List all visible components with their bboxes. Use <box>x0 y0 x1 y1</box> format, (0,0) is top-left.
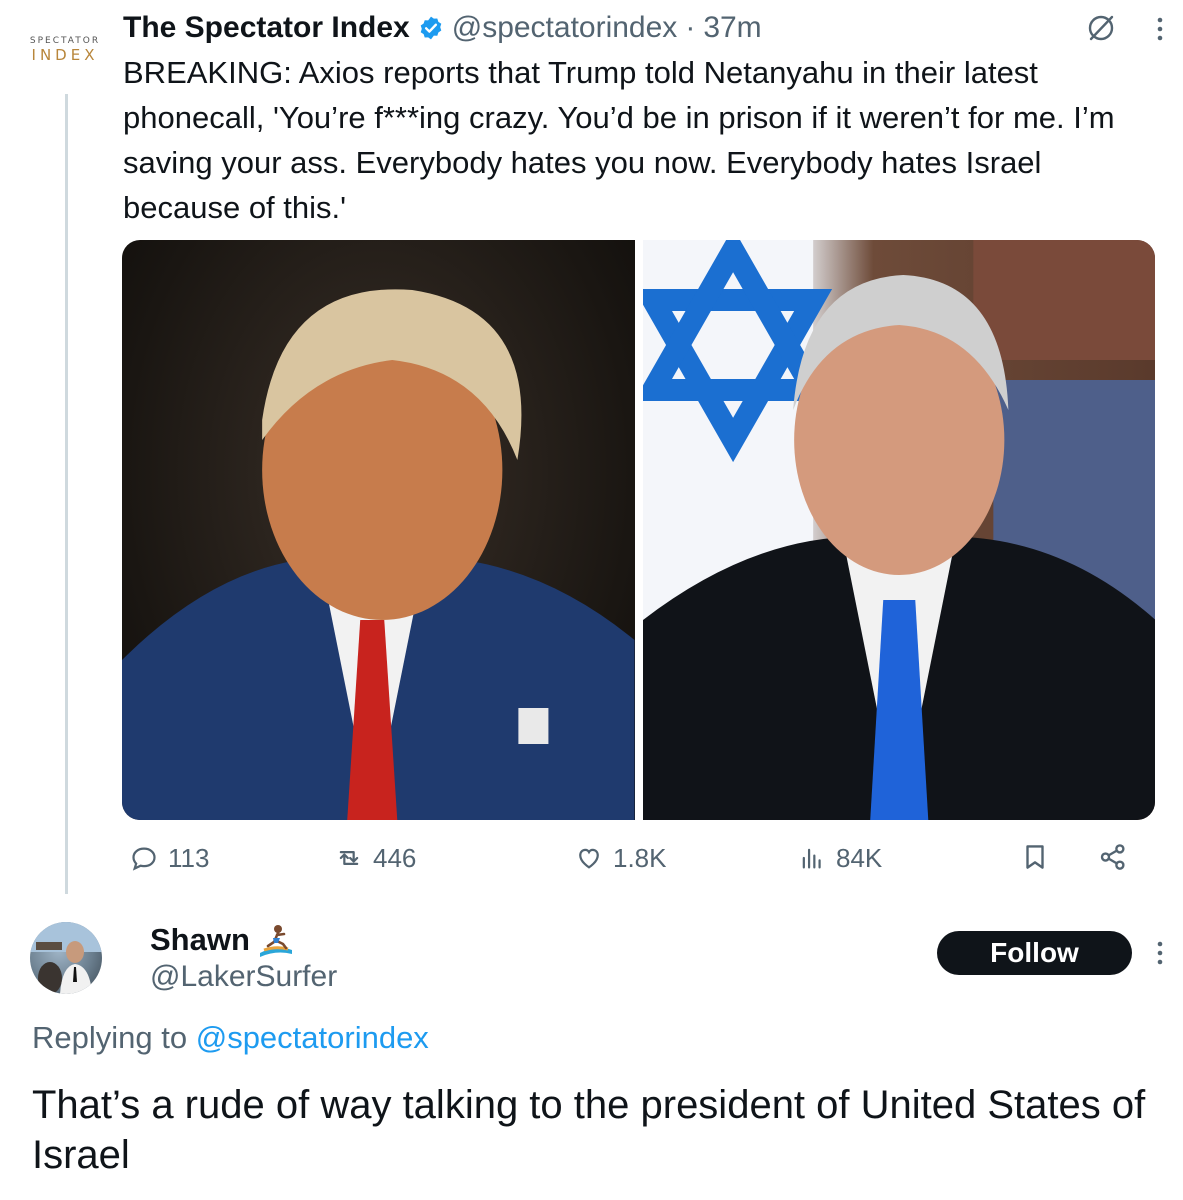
surfer-icon <box>259 925 292 957</box>
photo-netanyahu[interactable] <box>642 240 1155 820</box>
reply-text: That’s a rude of way talking to the pres… <box>32 1083 1146 1177</box>
views-action[interactable]: 84K <box>798 838 882 878</box>
tweet-header: The Spectator Index @spectatorindex · 37… <box>123 8 762 48</box>
photo-trump[interactable] <box>122 240 635 820</box>
tweet-handle[interactable]: @spectatorindex <box>452 11 678 45</box>
repost-action[interactable]: 446 <box>335 838 416 878</box>
spectator-index-avatar[interactable]: SPECTATOR INDEX <box>22 30 108 70</box>
tweet-media <box>122 240 1155 820</box>
like-count: 1.8K <box>613 842 667 873</box>
replying-to-prefix: Replying to <box>32 1020 188 1055</box>
tweet-author-name[interactable]: The Spectator Index <box>123 11 410 45</box>
tweet-action-bar: 113 446 1.8K 84K <box>130 838 1170 878</box>
grok-icon[interactable] <box>1085 12 1117 44</box>
photo-netanyahu-illustration <box>642 240 1155 820</box>
like-action[interactable]: 1.8K <box>575 838 667 878</box>
tweet-time[interactable]: 37m <box>703 11 761 45</box>
reply-name-row: Shawn <box>150 918 296 962</box>
follow-button[interactable]: Follow <box>937 931 1132 975</box>
reply-handle[interactable]: @LakerSurfer <box>150 960 337 994</box>
avatar-logo-line2: INDEX <box>31 46 99 64</box>
tweet-text: BREAKING: Axios reports that Trump told … <box>123 55 1115 225</box>
reply-avatar[interactable] <box>30 922 102 994</box>
replying-to-mention[interactable]: @spectatorindex <box>196 1020 429 1055</box>
reply-avatar-illustration <box>30 922 102 994</box>
more-options-icon[interactable] <box>1152 14 1168 44</box>
thread-line <box>65 94 68 894</box>
bookmark-icon[interactable] <box>1020 842 1050 872</box>
repost-count: 446 <box>373 842 417 873</box>
repost-icon <box>339 851 359 865</box>
reply-icon <box>132 847 156 871</box>
avatar-logo-line1: SPECTATOR <box>29 36 101 46</box>
verified-badge-icon <box>420 16 442 40</box>
replying-to-line: Replying to @spectatorindex <box>32 1020 429 1056</box>
like-icon <box>579 848 599 869</box>
views-count: 84K <box>836 842 883 873</box>
reply-action[interactable]: 113 <box>130 838 209 878</box>
reply-count: 113 <box>168 842 210 873</box>
tweet-separator: · <box>685 11 696 44</box>
views-icon <box>802 848 821 869</box>
share-icon[interactable] <box>1098 842 1128 872</box>
reply-more-options-icon[interactable] <box>1152 938 1168 968</box>
reply-author-name[interactable]: Shawn <box>150 922 250 958</box>
photo-trump-illustration <box>122 289 635 820</box>
